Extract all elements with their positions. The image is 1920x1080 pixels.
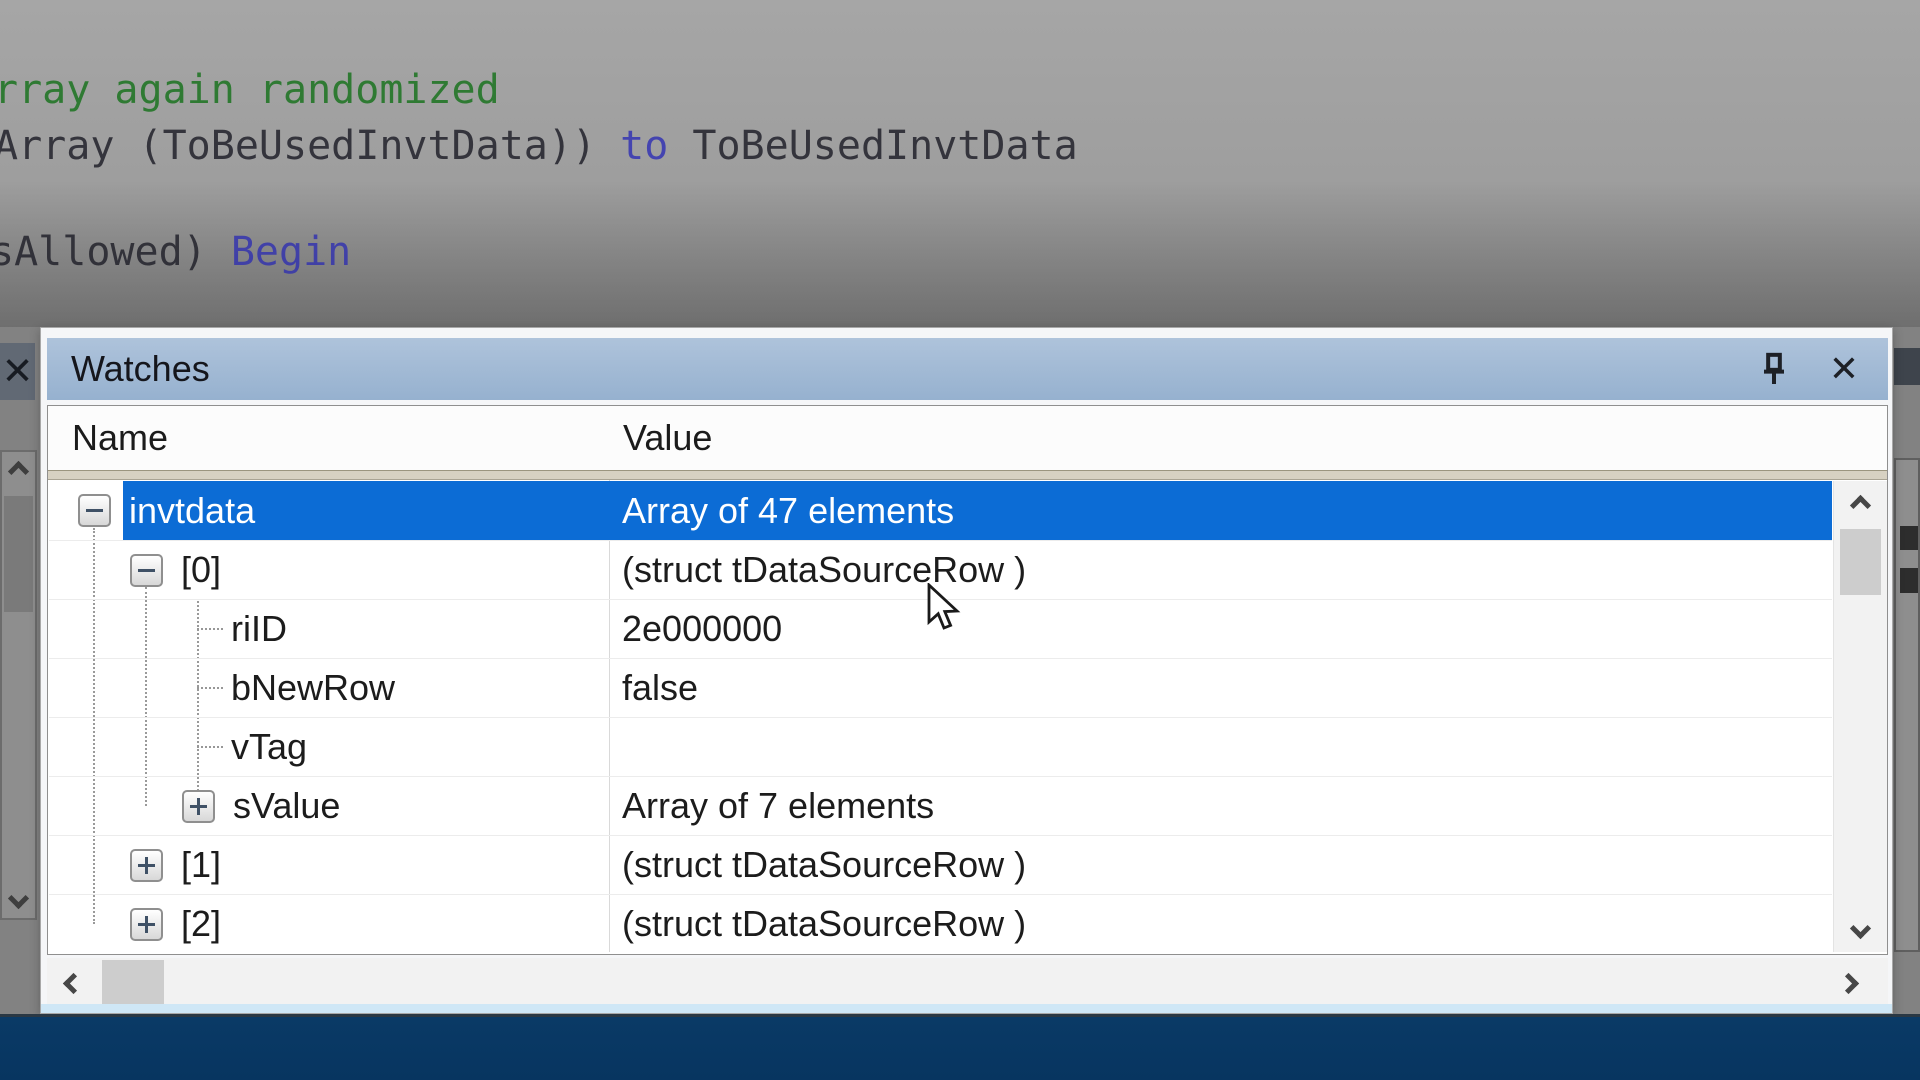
chevron-right-icon <box>1837 973 1858 994</box>
dimmed-left-scrollbar <box>0 450 37 920</box>
scroll-left-button[interactable] <box>51 958 95 1009</box>
dimmed-close-icon: ✕ <box>0 343 35 400</box>
watch-value-cell: false <box>609 659 1832 717</box>
watch-name: [0] <box>181 549 221 591</box>
watch-name: vTag <box>231 726 307 768</box>
mouse-cursor <box>925 583 977 640</box>
tree-leader <box>197 687 223 689</box>
watch-row[interactable]: sValue Array of 7 elements <box>49 776 1832 835</box>
watch-name: invtdata <box>129 490 255 532</box>
watch-value: (struct tDataSourceRow ) <box>622 903 1026 945</box>
watch-value-cell <box>609 718 1832 776</box>
watches-titlebar[interactable]: Watches ✕ <box>47 338 1888 400</box>
watch-name: bNewRow <box>231 667 395 709</box>
watch-value-cell: (struct tDataSourceRow ) <box>609 541 1832 599</box>
panel-bottom-edge <box>41 1004 1892 1013</box>
scroll-up-button[interactable] <box>1834 485 1887 525</box>
column-header-name[interactable]: Name <box>48 417 609 459</box>
watch-value-cell: (struct tDataSourceRow ) <box>609 895 1832 952</box>
chevron-up-icon <box>1850 494 1871 515</box>
watch-value: false <box>622 667 698 709</box>
tree-expander-icon[interactable] <box>130 554 163 587</box>
watch-name-cell: sValue <box>49 777 609 835</box>
vertical-scrollbar[interactable] <box>1833 481 1887 952</box>
horizontal-scrollbar-thumb[interactable] <box>102 960 164 1007</box>
watch-row[interactable]: vTag <box>49 717 1832 776</box>
horizontal-scrollbar[interactable] <box>47 958 1888 1009</box>
watch-name: sValue <box>233 785 340 827</box>
dimmed-scroll-block <box>1900 568 1918 593</box>
dimmed-right-scrollbar <box>1894 458 1920 952</box>
watch-name-cell: invtdata <box>49 481 609 540</box>
panel-title: Watches <box>71 348 210 390</box>
watch-value-cell: Array of 7 elements <box>609 777 1832 835</box>
tree-expander-icon[interactable] <box>182 790 215 823</box>
watches-grid: Name Value invtdata Array of 47 elements… <box>47 405 1888 955</box>
vertical-scrollbar-thumb[interactable] <box>1840 529 1881 595</box>
watch-value-cell: (struct tDataSourceRow ) <box>609 836 1832 894</box>
watch-name: [1] <box>181 844 221 886</box>
watch-name-cell: [0] <box>49 541 609 599</box>
tree-leader <box>197 746 223 748</box>
chevron-left-icon <box>62 973 83 994</box>
watch-row[interactable]: [1] (struct tDataSourceRow ) <box>49 835 1832 894</box>
dimmed-scroll-block <box>1900 526 1918 550</box>
watch-value: 2e000000 <box>622 608 782 650</box>
close-icon[interactable]: ✕ <box>1822 347 1866 391</box>
status-bar <box>0 1014 1920 1080</box>
watch-name: [2] <box>181 903 221 945</box>
dimmed-right-button <box>1894 348 1920 385</box>
watch-name-cell: riID <box>49 600 609 658</box>
watch-row[interactable]: invtdata Array of 47 elements <box>49 481 1832 540</box>
header-separator <box>48 470 1887 480</box>
watch-row[interactable]: bNewRow false <box>49 658 1832 717</box>
watch-value: (struct tDataSourceRow ) <box>622 844 1026 886</box>
watch-name: riID <box>231 608 287 650</box>
watch-value: Array of 47 elements <box>622 490 954 532</box>
watch-name-cell: bNewRow <box>49 659 609 717</box>
dimmed-code-editor: rray again randomized Array (ToBeUsedInv… <box>0 0 1920 327</box>
grid-header: Name Value <box>48 406 1887 470</box>
watch-value-cell: 2e000000 <box>609 600 1832 658</box>
scroll-right-button[interactable] <box>1826 958 1870 1009</box>
watches-panel: Watches ✕ Name Value <box>40 327 1893 1014</box>
watch-row[interactable]: [2] (struct tDataSourceRow ) <box>49 894 1832 952</box>
watch-value-cell: Array of 47 elements <box>609 481 1832 540</box>
watch-name-cell: vTag <box>49 718 609 776</box>
scroll-down-icon <box>8 888 29 909</box>
dimmed-scrollbar-thumb <box>4 496 33 612</box>
scroll-down-button[interactable] <box>1834 908 1887 948</box>
tree-expander-icon[interactable] <box>78 494 111 527</box>
scroll-up-icon <box>8 461 29 482</box>
tree-leader <box>197 628 223 630</box>
watch-name-cell: [1] <box>49 836 609 894</box>
watch-rows: invtdata Array of 47 elements [0] (struc… <box>49 481 1832 952</box>
watch-value: Array of 7 elements <box>622 785 934 827</box>
pin-icon[interactable] <box>1752 347 1796 391</box>
tree-expander-icon[interactable] <box>130 849 163 882</box>
chevron-down-icon <box>1850 917 1871 938</box>
watch-name-cell: [2] <box>49 895 609 952</box>
column-header-value[interactable]: Value <box>609 417 712 459</box>
dim-overlay <box>0 0 1920 327</box>
tree-expander-icon[interactable] <box>130 908 163 941</box>
